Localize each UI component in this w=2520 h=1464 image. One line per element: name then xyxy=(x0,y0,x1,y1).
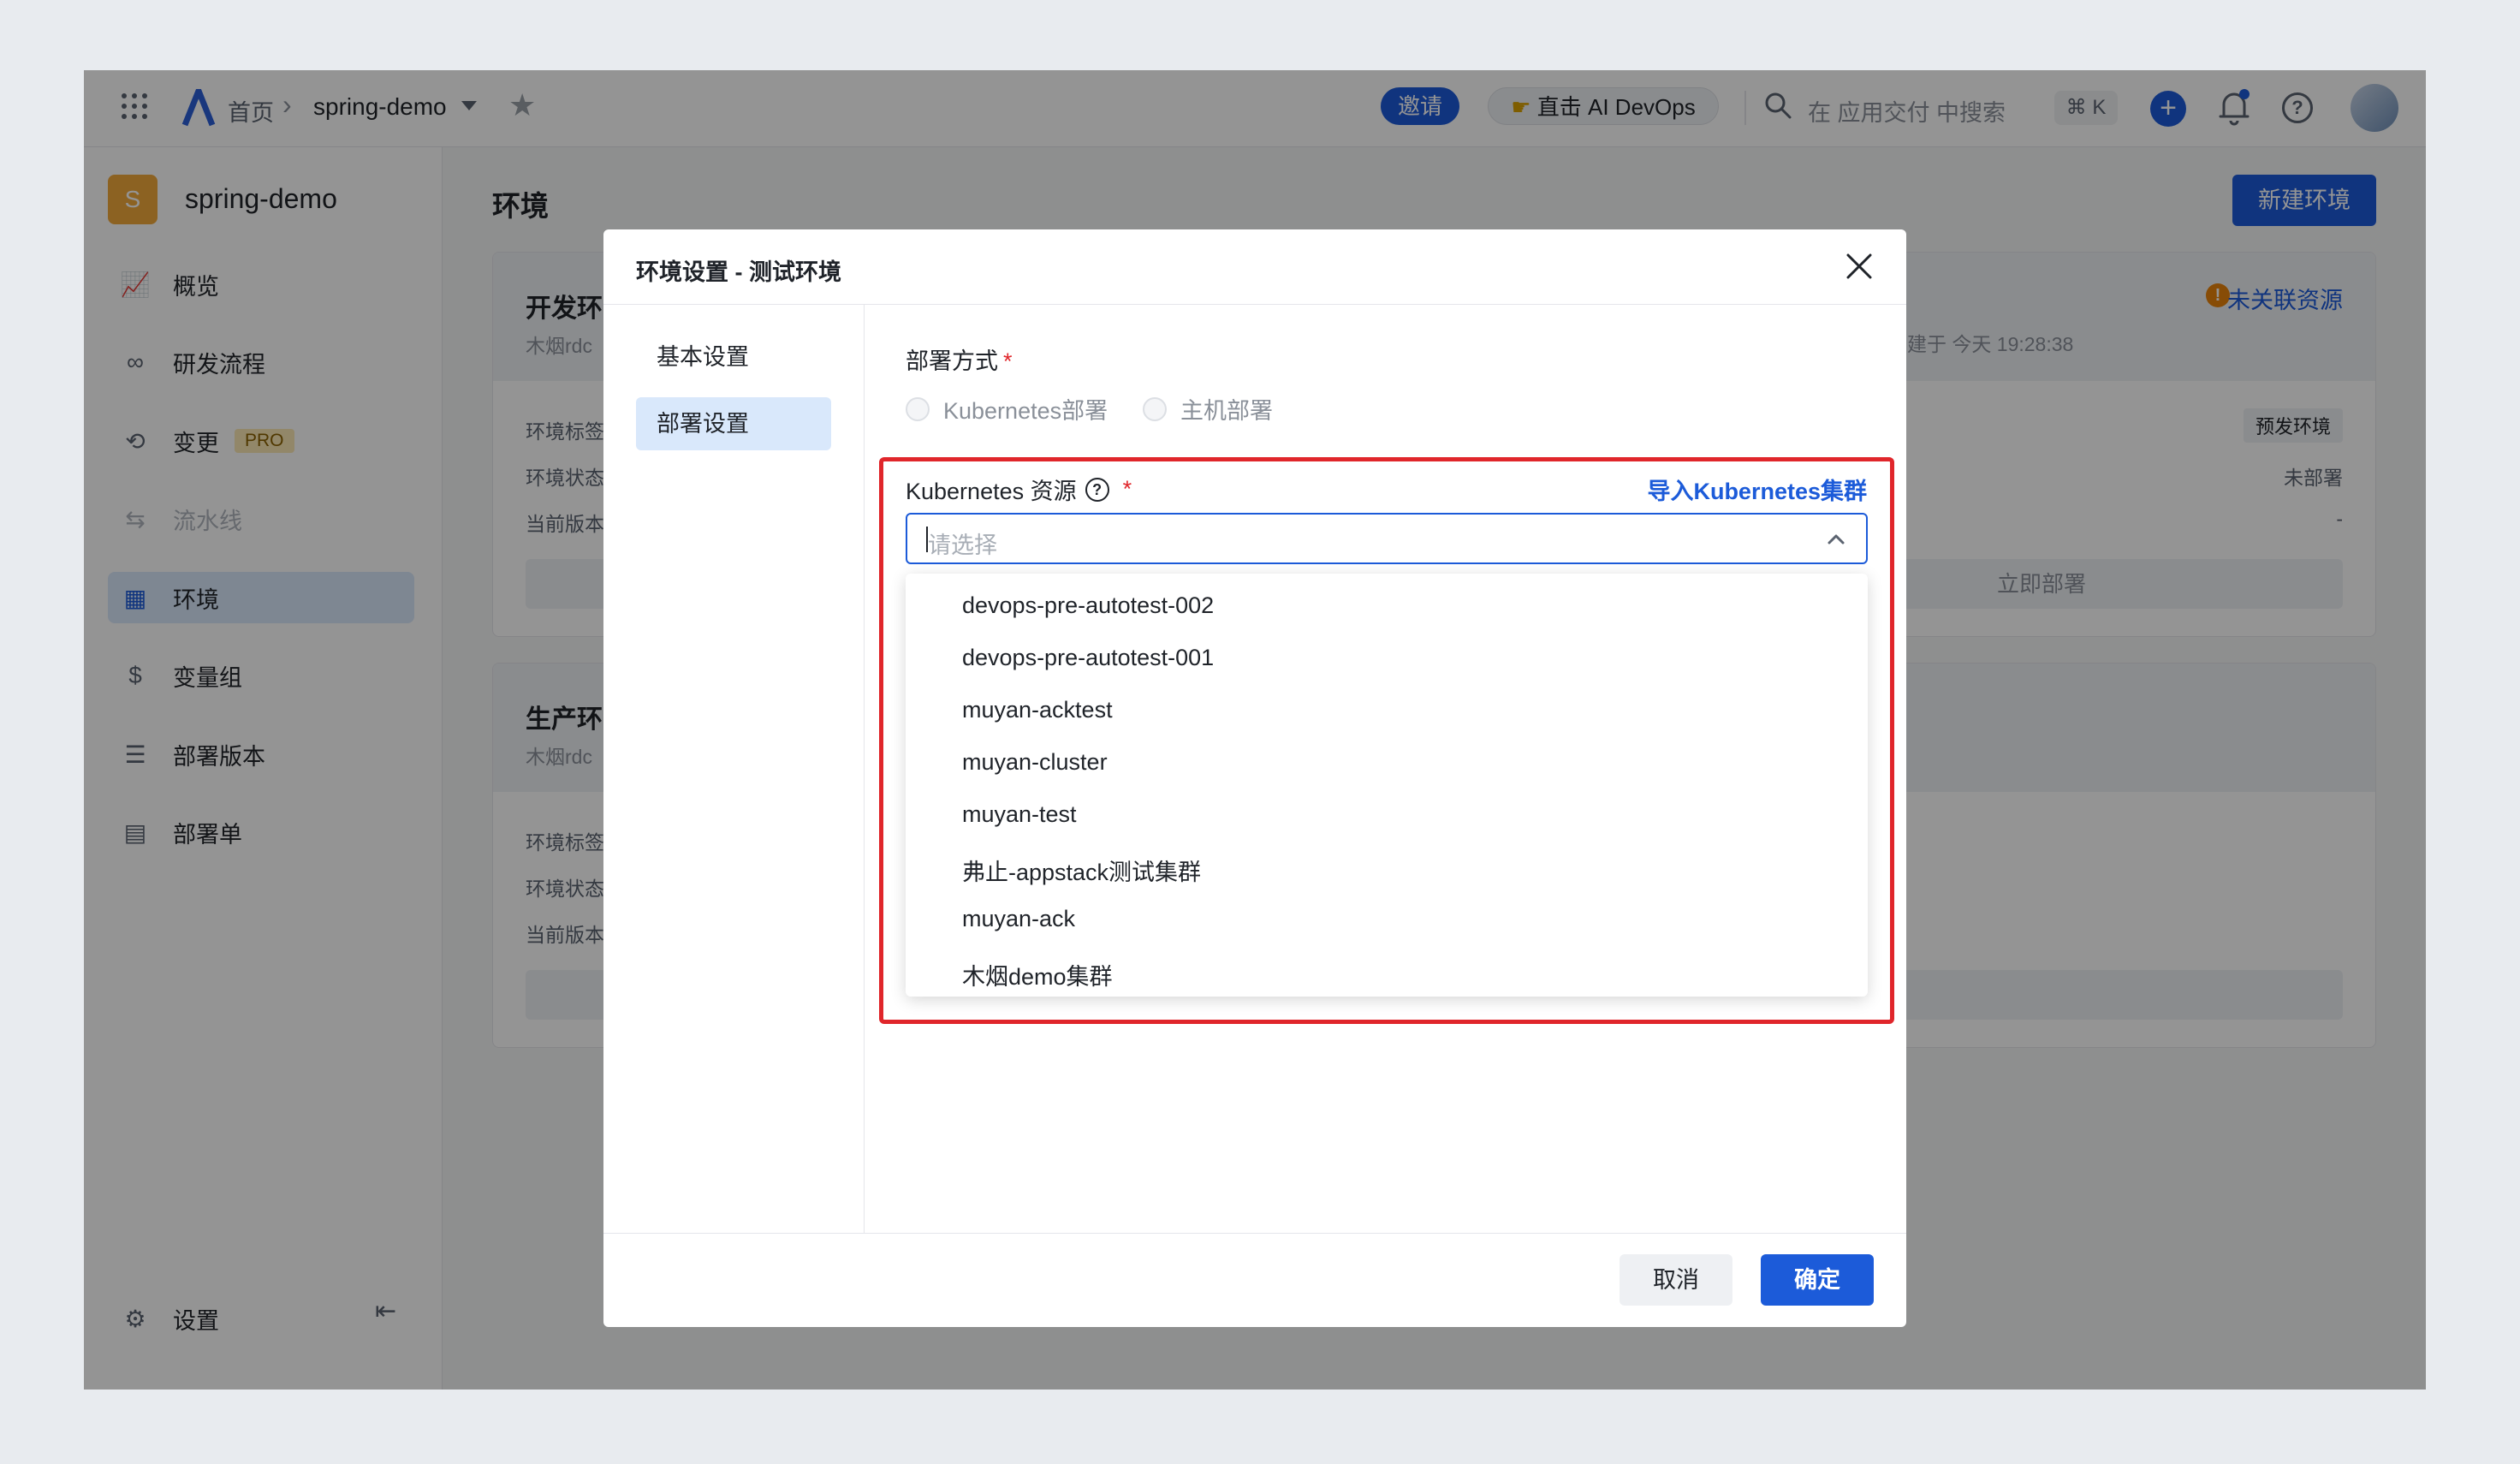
k8s-resource-label-text: Kubernetes 资源 xyxy=(906,479,1077,504)
modal-footer: 取消 确定 xyxy=(603,1233,1906,1327)
dropdown-option[interactable]: 木烟demo集群 xyxy=(962,958,1113,991)
radio-circle xyxy=(906,396,930,421)
required-mark: * xyxy=(1003,348,1013,374)
dropdown-option[interactable]: 弗止-appstack测试集群 xyxy=(962,854,1201,887)
dropdown-option[interactable]: muyan-acktest xyxy=(962,697,1113,723)
close-icon[interactable] xyxy=(1845,252,1874,281)
chevron-up-icon xyxy=(1828,534,1845,545)
radio-host[interactable]: 主机部署 xyxy=(1143,392,1273,426)
cancel-button[interactable]: 取消 xyxy=(1620,1254,1732,1306)
dropdown-option[interactable]: muyan-ack xyxy=(962,906,1075,932)
required-mark: * xyxy=(1122,476,1132,502)
import-k8s-cluster-link[interactable]: 导入Kubernetes集群 xyxy=(1647,473,1867,506)
dropdown-option[interactable]: devops-pre-autotest-002 xyxy=(962,592,1214,619)
modal-tabs: 基本设置 部署设置 xyxy=(603,305,865,1233)
dropdown-option[interactable]: muyan-cluster xyxy=(962,749,1108,776)
modal-title: 环境设置 - 测试环境 xyxy=(636,259,841,285)
k8s-resource-dropdown: devops-pre-autotest-002 devops-pre-autot… xyxy=(906,574,1868,997)
modal-header: 环境设置 - 测试环境 xyxy=(603,229,1906,305)
k8s-resource-label: Kubernetes 资源 ? * xyxy=(906,473,1132,506)
help-circle-icon[interactable]: ? xyxy=(1085,477,1109,502)
select-placeholder: 请选择 xyxy=(928,533,997,558)
environment-settings-modal: 环境设置 - 测试环境 基本设置 部署设置 部署方式 * Kubernetes部署… xyxy=(603,229,1906,1327)
dropdown-option[interactable]: devops-pre-autotest-001 xyxy=(962,645,1214,671)
radio-circle xyxy=(1143,396,1167,421)
deploy-mode-label-text: 部署方式 xyxy=(906,348,998,374)
radio-label: Kubernetes部署 xyxy=(943,398,1108,424)
dropdown-option[interactable]: muyan-test xyxy=(962,801,1077,828)
tab-basic-settings[interactable]: 基本设置 xyxy=(636,330,831,384)
k8s-resource-select[interactable]: 请选择 xyxy=(906,513,1868,564)
confirm-button[interactable]: 确定 xyxy=(1761,1254,1874,1306)
radio-label: 主机部署 xyxy=(1180,398,1273,424)
radio-kubernetes[interactable]: Kubernetes部署 xyxy=(906,392,1108,426)
deploy-mode-label: 部署方式 * xyxy=(906,342,1013,376)
tab-deploy-settings[interactable]: 部署设置 xyxy=(636,397,831,450)
